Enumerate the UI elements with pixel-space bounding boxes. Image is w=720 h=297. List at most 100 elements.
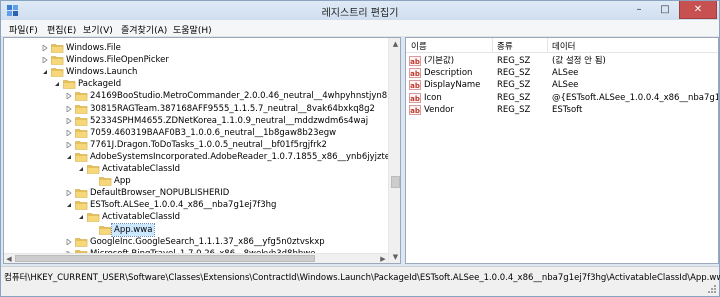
menu-file[interactable]: 파일(F) bbox=[9, 23, 38, 36]
tree-node[interactable]: AdobeSystemsIncorporated.AdobeReader_1.0… bbox=[66, 151, 401, 163]
tree-vertical-scrollbar[interactable]: ▲ ▼ bbox=[388, 38, 400, 263]
expanded-arrow-icon[interactable] bbox=[54, 81, 60, 87]
collapsed-arrow-icon[interactable] bbox=[66, 141, 72, 148]
value-type: REG_SZ bbox=[497, 104, 531, 115]
close-button[interactable]: ✕ bbox=[679, 1, 717, 19]
tree-node[interactable]: 7059.460319BAAF0B3_1.0.0.6_neutral__1b8g… bbox=[66, 127, 400, 139]
folder-icon bbox=[75, 128, 88, 138]
value-row[interactable]: ab Icon REG_SZ @{ESTsoft.ALSee_1.0.0.4_x86_… bbox=[406, 92, 718, 104]
value-row[interactable]: ab (기본값) REG_SZ (값 설정 안 됨) bbox=[406, 55, 718, 67]
column-name-header[interactable]: 이름 bbox=[411, 40, 427, 52]
tree-node-selected[interactable]: App.wwa bbox=[90, 222, 400, 237]
registry-key-tree[interactable]: Windows.File Windows.FileOpenPicker Window… bbox=[3, 37, 401, 264]
collapsed-arrow-icon[interactable] bbox=[42, 57, 48, 64]
tree-node[interactable]: Windows.FileOpenPicker bbox=[42, 54, 400, 66]
value-row[interactable]: ab Description REG_SZ ALSee bbox=[406, 67, 718, 79]
collapsed-arrow-icon[interactable] bbox=[42, 45, 48, 51]
maximize-button[interactable]: □ bbox=[652, 1, 678, 19]
registry-editor-window: 레지스트리 편집기 – □ ✕ 파일(F) 편집(E) 보기(V) 즐겨찾기(A… bbox=[0, 0, 720, 297]
tree-node-label: PackageId bbox=[78, 79, 122, 90]
tree-node-label: 24169BooStudio.MetroCommander_2.0.0.46_n… bbox=[90, 91, 388, 102]
tree-hscroll-thumb[interactable] bbox=[15, 255, 315, 262]
tree-node-label: ESTsoft.ALSee_1.0.0.4_x86__nba7g1ej7f3hg bbox=[90, 200, 277, 211]
expanded-arrow-icon[interactable] bbox=[66, 202, 72, 208]
tree-node-label: AdobeSystemsIncorporated.AdobeReader_1.0… bbox=[90, 151, 401, 162]
collapsed-arrow-icon[interactable] bbox=[66, 105, 72, 112]
tree-node[interactable]: 7761J.Dragon.ToDoTasks_1.0.0.5_neutral__… bbox=[66, 139, 400, 151]
value-row[interactable]: ab DisplayName REG_SZ ALSee bbox=[406, 79, 718, 91]
tree-node[interactable]: ESTsoft.ALSee_1.0.0.4_x86__nba7g1ej7f3hg bbox=[66, 199, 400, 211]
tree-horizontal-scrollbar[interactable]: ◀ ▶ bbox=[4, 253, 388, 263]
collapsed-arrow-icon[interactable] bbox=[66, 117, 72, 124]
tree-node[interactable]: PackageId bbox=[54, 78, 400, 90]
folder-icon bbox=[51, 44, 64, 53]
folder-icon bbox=[99, 177, 112, 186]
value-data: ALSee bbox=[552, 68, 579, 79]
tree-node-label: Windows.Launch bbox=[66, 67, 138, 78]
value-type: REG_SZ bbox=[497, 56, 531, 66]
collapsed-arrow-icon[interactable] bbox=[66, 238, 72, 245]
expanded-arrow-icon[interactable] bbox=[78, 166, 84, 172]
tree-node-label: 7761J.Dragon.ToDoTasks_1.0.0.5_neutral__… bbox=[90, 139, 327, 150]
tree-scroll-thumb[interactable] bbox=[391, 176, 400, 188]
value-name: Icon bbox=[424, 92, 442, 103]
value-type: REG_SZ bbox=[497, 68, 531, 79]
tree-node-label: ActivatableClassId bbox=[102, 164, 181, 174]
string-value-icon: ab bbox=[409, 92, 421, 103]
string-value-icon: ab bbox=[409, 104, 421, 115]
window-title: 레지스트리 편집기 bbox=[321, 8, 399, 19]
menu-edit[interactable]: 편집(E) bbox=[47, 23, 76, 36]
value-row[interactable]: ab Vendor REG_SZ ESTsoft bbox=[406, 104, 718, 116]
menu-bar: 파일(F) 편집(E) 보기(V) 즐겨찾기(A) 도움말(H) bbox=[1, 20, 719, 37]
expanded-arrow-icon[interactable] bbox=[66, 154, 72, 160]
scroll-down-arrow-icon[interactable]: ▼ bbox=[389, 251, 400, 263]
open-folder-icon bbox=[75, 153, 88, 162]
open-folder-icon bbox=[63, 80, 76, 90]
tree-node[interactable]: ActivatableClassId bbox=[78, 211, 400, 223]
expanded-arrow-icon[interactable] bbox=[42, 69, 48, 75]
scroll-left-arrow-icon[interactable]: ◀ bbox=[4, 254, 14, 263]
scroll-up-arrow-icon[interactable]: ▲ bbox=[389, 38, 400, 50]
menu-view[interactable]: 보기(V) bbox=[83, 23, 113, 36]
scroll-right-arrow-icon[interactable]: ▶ bbox=[378, 254, 388, 263]
tree-node[interactable]: Windows.File bbox=[42, 42, 400, 54]
open-folder-icon bbox=[87, 165, 100, 174]
folder-icon bbox=[75, 140, 88, 150]
folder-icon bbox=[75, 189, 88, 198]
menu-favorites[interactable]: 즐겨찾기(A) bbox=[121, 23, 167, 36]
column-divider[interactable] bbox=[547, 38, 548, 52]
tree-node[interactable]: App bbox=[90, 175, 400, 187]
value-type: REG_SZ bbox=[497, 92, 531, 103]
expanded-arrow-icon[interactable] bbox=[78, 214, 84, 220]
title-bar[interactable]: 레지스트리 편집기 – □ ✕ bbox=[1, 1, 719, 20]
collapsed-arrow-icon[interactable] bbox=[66, 190, 72, 197]
tree-node[interactable]: 24169BooStudio.MetroCommander_2.0.0.46_n… bbox=[66, 90, 400, 102]
tree-node-label: Windows.FileOpenPicker bbox=[66, 55, 169, 66]
value-data: ESTsoft bbox=[552, 104, 583, 115]
minimize-button[interactable]: – bbox=[626, 1, 652, 19]
tree-node[interactable]: 30815RAGTeam.387168AFF9555_1.1.5.7_neutr… bbox=[66, 103, 400, 115]
collapsed-arrow-icon[interactable] bbox=[66, 129, 72, 136]
tree-node-label: DefaultBrowser_NOPUBLISHERID bbox=[90, 188, 230, 199]
open-folder-icon bbox=[87, 213, 100, 223]
column-data-header[interactable]: 데이터 bbox=[552, 40, 575, 52]
tree-node-label: 30815RAGTeam.387168AFF9555_1.1.5.7_neutr… bbox=[90, 103, 375, 114]
resize-grip-icon[interactable] bbox=[707, 284, 717, 294]
tree-node[interactable]: ActivatableClassId bbox=[78, 163, 400, 175]
tree-node-label: ActivatableClassId bbox=[102, 212, 181, 223]
menu-help[interactable]: 도움말(H) bbox=[173, 23, 212, 36]
collapsed-arrow-icon[interactable] bbox=[66, 93, 72, 100]
value-type: REG_SZ bbox=[497, 80, 531, 91]
tree-node[interactable]: DefaultBrowser_NOPUBLISHERID bbox=[66, 187, 400, 199]
column-type-header[interactable]: 종류 bbox=[497, 40, 513, 52]
tree-node-label: App bbox=[114, 176, 131, 187]
registry-values-list[interactable]: 이름 종류 데이터 ab (기본값) REG_SZ (값 설정 안 됨) ab Descr… bbox=[405, 37, 719, 264]
tree-node[interactable]: GoogleInc.GoogleSearch_1.1.1.37_x86__yfg… bbox=[66, 236, 400, 248]
tree-node[interactable]: 52334SPHM4655.ZDNetKorea_1.1.0.9_neutral… bbox=[66, 115, 400, 127]
open-folder-icon bbox=[75, 201, 88, 211]
tree-node-label: GoogleInc.GoogleSearch_1.1.1.37_x86__yfg… bbox=[90, 236, 325, 247]
tree-node[interactable]: Windows.Launch bbox=[42, 66, 400, 78]
tree-node-label: 7059.460319BAAF0B3_1.0.0.6_neutral__1b8g… bbox=[90, 127, 337, 138]
column-divider[interactable] bbox=[492, 38, 493, 52]
value-data: @{ESTsoft.ALSee_1.0.0.4_x86__nba7g1ej7f3… bbox=[552, 92, 718, 103]
